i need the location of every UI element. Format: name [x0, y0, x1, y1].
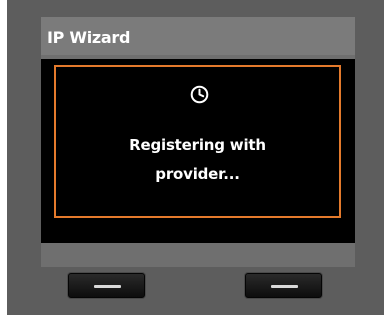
- dash-icon: [271, 285, 298, 288]
- clock-icon: [190, 85, 209, 104]
- status-message-line-1: Registering with: [129, 136, 266, 154]
- status-message: Registering with provider...: [56, 131, 339, 189]
- status-dialog: Registering with provider...: [54, 65, 341, 218]
- right-softkey-button[interactable]: [245, 273, 322, 298]
- screen-title: IP Wizard: [41, 17, 355, 55]
- phone-device: IP Wizard Registering with provider...: [7, 0, 384, 315]
- display-area: Registering with provider...: [41, 59, 355, 243]
- phone-screen: IP Wizard Registering with provider...: [41, 17, 355, 267]
- left-softkey-button[interactable]: [68, 273, 145, 298]
- status-message-line-2: provider...: [155, 165, 240, 183]
- dash-icon: [94, 285, 121, 288]
- softkey-label-bar: [41, 243, 355, 267]
